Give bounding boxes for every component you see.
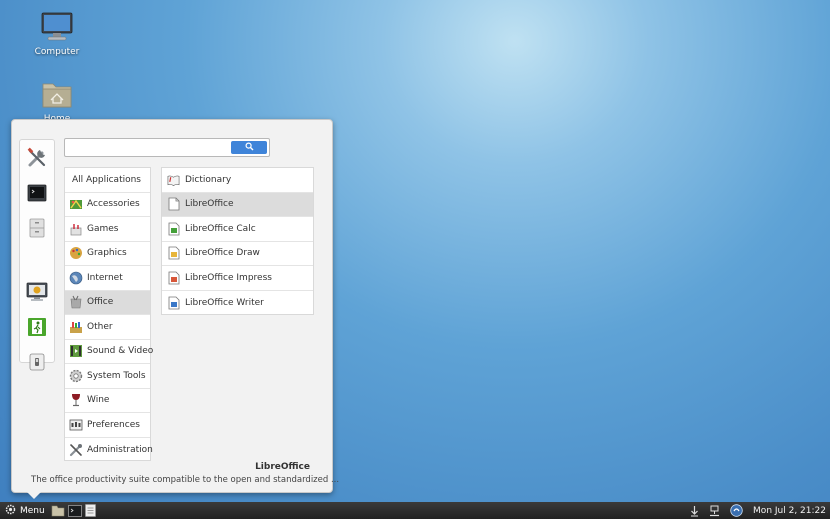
app-dictionary[interactable]: Dictionary xyxy=(162,168,313,193)
terminal-icon xyxy=(27,184,47,205)
desktop-icon-computer[interactable]: Computer xyxy=(27,12,87,57)
desktop-icon-label: Computer xyxy=(34,47,80,57)
menu-button-label: Menu xyxy=(20,505,45,516)
terminal-icon[interactable] xyxy=(67,504,82,517)
category-label: Administration xyxy=(87,444,153,455)
gear-icon xyxy=(69,369,83,383)
menu-pointer xyxy=(27,492,41,499)
app-label: LibreOffice xyxy=(185,199,234,210)
drawing-icon xyxy=(167,246,180,260)
home-folder-icon xyxy=(27,79,87,112)
menu-button[interactable]: Menu xyxy=(0,502,45,519)
description-title: LibreOffice xyxy=(255,462,310,472)
search-box xyxy=(64,138,270,157)
category-label: Games xyxy=(87,223,119,234)
category-label: Office xyxy=(87,297,114,308)
dictionary-icon xyxy=(167,173,180,187)
search-icon xyxy=(244,141,254,154)
system-tray: Mon Jul 2, 21:22 xyxy=(690,502,830,519)
network-icon[interactable] xyxy=(709,505,720,517)
search-button[interactable] xyxy=(231,141,267,154)
shutdown-icon xyxy=(29,353,45,374)
application-menu: All Applications Accessories Games Graph… xyxy=(11,119,339,499)
search-input[interactable] xyxy=(69,141,229,154)
updates-icon[interactable] xyxy=(690,505,699,517)
file-cabinet-icon xyxy=(28,218,46,241)
taskbar: Menu Mon Jul 2, 21:22 xyxy=(0,502,830,519)
category-sound-video[interactable]: Sound & Video xyxy=(65,340,154,364)
fav-screen-lock[interactable] xyxy=(26,282,48,304)
app-libreoffice-writer[interactable]: LibreOffice Writer xyxy=(162,291,313,316)
category-preferences[interactable]: Preferences xyxy=(65,413,150,438)
monitor-icon xyxy=(27,12,87,45)
fav-shutdown[interactable] xyxy=(26,353,48,373)
category-label: Internet xyxy=(87,272,123,283)
category-wine[interactable]: Wine xyxy=(65,389,150,413)
category-internet[interactable]: Internet xyxy=(65,266,150,291)
document-icon xyxy=(167,296,180,310)
description-text: The office productivity suite compatible… xyxy=(31,475,340,485)
graphics-icon xyxy=(69,246,83,260)
category-label: Preferences xyxy=(87,419,140,430)
system-tools-icon xyxy=(26,147,48,172)
app-libreoffice-impress[interactable]: LibreOffice Impress xyxy=(162,266,313,291)
category-games[interactable]: Games xyxy=(65,217,150,242)
file-manager-icon[interactable] xyxy=(51,505,65,517)
app-label: Dictionary xyxy=(185,174,232,185)
globe-icon xyxy=(69,271,83,285)
fav-logout[interactable] xyxy=(26,317,48,339)
fav-terminal[interactable] xyxy=(26,183,48,205)
app-label: LibreOffice Calc xyxy=(185,223,256,234)
category-accessories[interactable]: Accessories xyxy=(65,193,150,217)
update-manager-icon[interactable] xyxy=(730,504,743,517)
spreadsheet-icon xyxy=(167,222,180,236)
wine-glass-icon xyxy=(69,393,83,407)
launchers xyxy=(51,504,99,517)
tools-icon xyxy=(69,443,83,457)
category-system-tools[interactable]: System Tools xyxy=(65,364,150,389)
screen-lock-icon xyxy=(26,282,48,305)
category-label: All Applications xyxy=(72,174,141,185)
category-label: Graphics xyxy=(87,248,127,259)
category-list: All Applications Accessories Games Graph… xyxy=(64,167,154,463)
category-office[interactable]: Office xyxy=(65,290,150,315)
favorites-column xyxy=(19,139,55,370)
preferences-icon xyxy=(69,418,83,432)
app-label: LibreOffice Impress xyxy=(185,272,272,283)
app-label: LibreOffice Draw xyxy=(185,248,260,259)
application-list: Dictionary LibreOffice LibreOffice Calc … xyxy=(161,167,314,315)
libreoffice-icon xyxy=(167,197,180,211)
category-label: System Tools xyxy=(87,370,146,381)
category-label: Accessories xyxy=(87,199,140,210)
text-editor-icon[interactable] xyxy=(84,504,96,517)
app-label: LibreOffice Writer xyxy=(185,297,264,308)
accessories-icon xyxy=(69,197,83,211)
logout-icon xyxy=(27,317,47,340)
fav-file-cabinet[interactable] xyxy=(26,218,48,240)
category-label: Sound & Video xyxy=(87,346,154,357)
app-libreoffice[interactable]: LibreOffice xyxy=(162,192,313,217)
category-administration[interactable]: Administration xyxy=(65,438,153,463)
games-icon xyxy=(69,222,83,236)
app-libreoffice-calc[interactable]: LibreOffice Calc xyxy=(162,217,313,242)
category-label: Other xyxy=(87,321,113,332)
clock[interactable]: Mon Jul 2, 21:22 xyxy=(753,506,826,516)
fav-system-tools[interactable] xyxy=(26,147,48,172)
presentation-icon xyxy=(167,271,180,285)
desktop-icon-home[interactable]: Home xyxy=(27,79,87,124)
other-icon xyxy=(69,320,83,334)
gear-icon xyxy=(5,504,16,518)
category-other[interactable]: Other xyxy=(65,315,150,340)
office-icon xyxy=(69,295,83,309)
media-icon xyxy=(69,344,83,358)
category-label: Wine xyxy=(87,395,110,406)
category-graphics[interactable]: Graphics xyxy=(65,242,150,266)
category-all-applications[interactable]: All Applications xyxy=(65,168,150,193)
app-libreoffice-draw[interactable]: LibreOffice Draw xyxy=(162,242,313,266)
